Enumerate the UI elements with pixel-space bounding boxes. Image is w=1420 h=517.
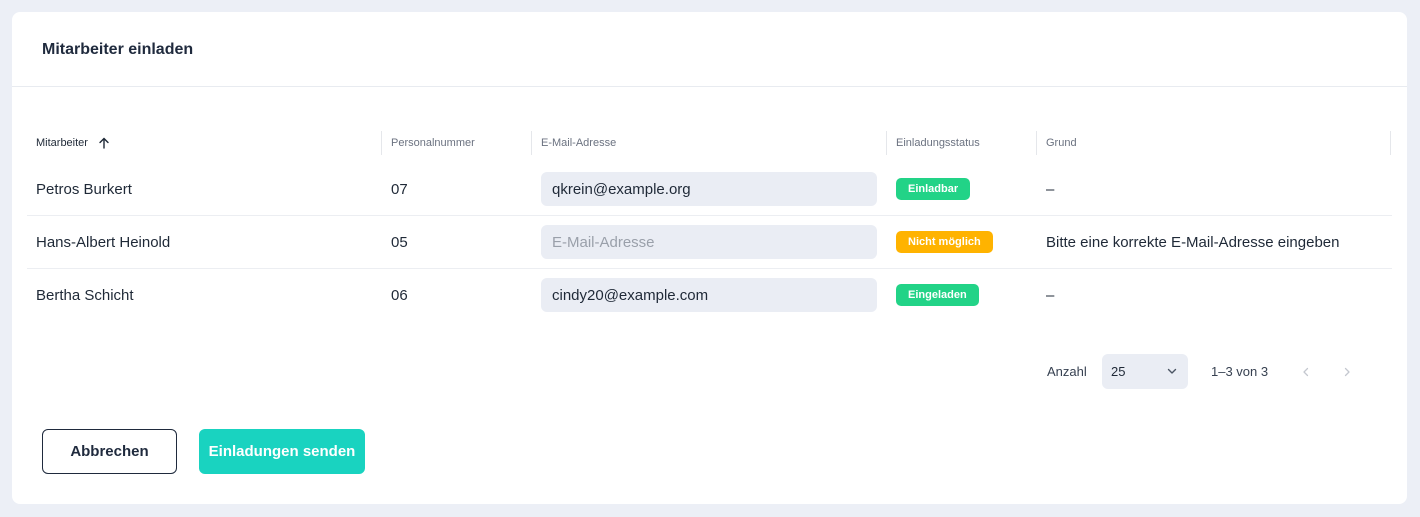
personalnummer: 06 [391, 286, 408, 304]
reason-text: – [1046, 180, 1055, 198]
invite-dialog: Mitarbeiter einladen Mitarbeiter Persona… [12, 12, 1407, 504]
status-badge: Nicht möglich [896, 231, 993, 253]
dialog-header: Mitarbeiter einladen [12, 12, 1407, 87]
next-page-button[interactable] [1333, 354, 1361, 389]
email-field[interactable] [541, 278, 877, 312]
reason-text: – [1046, 286, 1055, 304]
column-label: Personalnummer [391, 137, 475, 149]
page-size-value: 25 [1111, 364, 1126, 379]
personalnummer: 05 [391, 233, 408, 251]
previous-page-button[interactable] [1292, 354, 1320, 389]
table-body: Petros Burkert 07 Einladbar – Hans-Alber… [27, 163, 1392, 322]
page-size-select[interactable]: 25 [1102, 354, 1188, 389]
pagination: Anzahl 25 1–3 von 3 [12, 354, 1407, 389]
page-size-label: Anzahl [1047, 364, 1087, 379]
arrow-up-icon [99, 137, 109, 149]
employee-table: Mitarbeiter Personalnummer E-Mail-Adress… [27, 126, 1392, 322]
column-divider [1036, 131, 1037, 155]
table-row: Petros Burkert 07 Einladbar – [27, 163, 1392, 216]
personalnummer: 07 [391, 180, 408, 198]
chevron-left-icon [1303, 367, 1309, 376]
column-header-email[interactable]: E-Mail-Adresse [531, 126, 886, 160]
employee-name: Hans-Albert Heinold [36, 233, 171, 251]
chevron-down-icon [1167, 368, 1177, 374]
email-field[interactable] [541, 225, 877, 259]
employee-name: Petros Burkert [36, 180, 132, 198]
column-header-mitarbeiter[interactable]: Mitarbeiter [27, 126, 377, 160]
table-header: Mitarbeiter Personalnummer E-Mail-Adress… [27, 126, 1392, 160]
table-row: Bertha Schicht 06 Eingeladen – [27, 269, 1392, 322]
column-label: E-Mail-Adresse [541, 137, 617, 149]
send-invitations-button[interactable]: Einladungen senden [199, 429, 365, 474]
dialog-title: Mitarbeiter einladen [42, 41, 194, 58]
cancel-button[interactable]: Abbrechen [42, 429, 177, 474]
email-field[interactable] [541, 172, 877, 206]
page-range: 1–3 von 3 [1211, 364, 1269, 379]
column-divider [381, 131, 382, 155]
employee-name: Bertha Schicht [36, 286, 134, 304]
reason-text: Bitte eine korrekte E-Mail-Adresse einge… [1046, 233, 1340, 251]
column-label: Mitarbeiter [36, 137, 88, 149]
column-divider [531, 131, 532, 155]
column-label: Einladungsstatus [896, 137, 980, 149]
status-badge: Eingeladen [896, 284, 979, 306]
column-divider [886, 131, 887, 155]
column-label: Grund [1046, 137, 1077, 149]
column-header-status[interactable]: Einladungsstatus [886, 126, 1036, 160]
column-header-personalnummer[interactable]: Personalnummer [381, 126, 531, 160]
chevron-right-icon [1344, 367, 1350, 376]
column-header-grund[interactable]: Grund [1036, 126, 1391, 160]
status-badge: Einladbar [896, 178, 971, 200]
table-row: Hans-Albert Heinold 05 Nicht möglich Bit… [27, 216, 1392, 269]
column-divider [1390, 131, 1391, 155]
